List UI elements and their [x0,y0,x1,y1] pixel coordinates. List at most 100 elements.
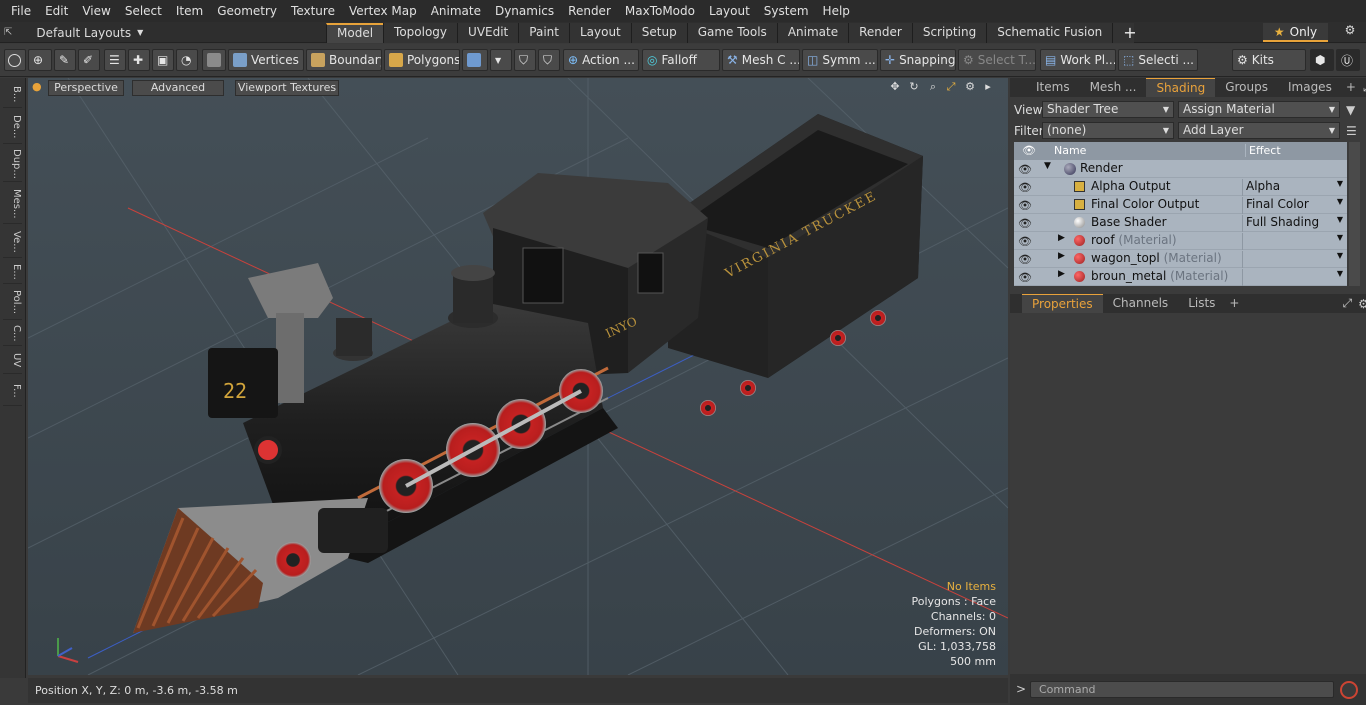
tab-model[interactable]: Model [326,23,384,43]
menu-maxtomodo[interactable]: MaxToModo [618,0,702,22]
symmetry-button[interactable]: ◫ Symm ... [802,49,878,71]
tree-row-base-shader[interactable]: 👁 Base Shader Full Shading ▼ [1014,214,1347,232]
tree-row-wagon-topl[interactable]: 👁 ▶ wagon_topl (Material) ▼ [1014,250,1347,268]
falloff-button[interactable]: ◎ Falloff [642,49,720,71]
list-options-icon[interactable]: ☰ [1346,124,1357,138]
menu-system[interactable]: System [757,0,816,22]
effect-select[interactable]: Full Shading ▼ [1242,215,1347,232]
tree-scrollbar[interactable] [1349,142,1360,286]
pen-button[interactable]: ✎ [54,49,76,71]
align-button[interactable]: ☰ [104,49,126,71]
expand-triangle-icon[interactable]: ▼ [1044,161,1051,171]
zoom-view-icon[interactable]: ⌕ [926,80,940,96]
menu-layout[interactable]: Layout [702,0,757,22]
viewport-textures-button[interactable]: Viewport Textures [235,80,339,96]
expand-triangle-icon[interactable]: ▶ [1058,269,1065,279]
tab-game-tools[interactable]: Game Tools [686,23,777,43]
left-tab-duplicate[interactable]: Dup... [3,146,22,182]
globe-button[interactable]: ⊕ [28,49,52,71]
command-input[interactable]: Command [1030,681,1334,698]
tab-paint[interactable]: Paint [518,23,569,43]
tab-items[interactable]: Items [1010,78,1080,97]
viewport-menu-dot[interactable]: ● [32,80,42,96]
left-tab-basic[interactable]: B... [3,82,22,108]
brush-button[interactable]: ✐ [78,49,100,71]
tab-scripting[interactable]: Scripting [911,23,987,43]
effect-select[interactable]: ▼ [1242,233,1347,250]
tree-row-render[interactable]: 👁 ▼ Render [1014,160,1347,178]
kits-button[interactable]: ⚙ Kits [1232,49,1306,71]
tab-properties[interactable]: Properties [1022,294,1103,313]
effect-select[interactable]: ▼ [1242,251,1347,268]
boundary-button[interactable]: Boundary [306,49,382,71]
select-circle-button[interactable] [4,49,26,71]
menu-texture[interactable]: Texture [284,0,342,22]
expand-triangle-icon[interactable]: ▶ [1058,251,1065,261]
material-dropdown[interactable]: ▼ [490,49,512,71]
selection-sets-button[interactable]: ⬚ Selecti ... [1118,49,1198,71]
menu-vertex-map[interactable]: Vertex Map [342,0,424,22]
tab-topology[interactable]: Topology [383,23,458,43]
column-name[interactable]: Name [1054,144,1086,157]
shield-button[interactable]: ⛉ [514,49,536,71]
action-center-button[interactable]: ⊕ Action ... [563,49,639,71]
left-tab-curve[interactable]: C... [3,322,22,346]
expand-icon[interactable]: ⤢ [1360,80,1366,95]
center-button[interactable]: ✚ [128,49,150,71]
add-tab-button[interactable]: + [1112,23,1137,43]
tree-row-roof[interactable]: 👁 ▶ roof (Material) ▼ [1014,232,1347,250]
menu-edit[interactable]: Edit [38,0,75,22]
tab-images[interactable]: Images [1278,78,1342,97]
tab-layout[interactable]: Layout [568,23,631,43]
tab-render[interactable]: Render [848,23,912,43]
3d-viewport[interactable]: VIRGINIA TRUCKEE INYO 22 ● Perspective A… [28,78,1008,675]
effect-select[interactable]: Alpha ▼ [1242,179,1347,196]
work-plane-button[interactable]: ▤ Work Pl... [1040,49,1116,71]
gear-icon[interactable]: ⚙ [1340,23,1360,42]
tree-row-final-color-output[interactable]: 👁 Final Color Output Final Color ▼ [1014,196,1347,214]
add-layer-button[interactable]: Add Layer [1178,122,1340,139]
menu-view[interactable]: View [75,0,117,22]
left-tab-vertex[interactable]: Ve... [3,226,22,258]
filter-select[interactable]: (none) [1042,122,1174,139]
tab-shading[interactable]: Shading [1146,78,1216,97]
tab-uvedit[interactable]: UVEdit [457,23,519,43]
record-macro-icon[interactable] [1340,681,1358,699]
maximize-view-icon[interactable]: ⤢ [944,80,958,96]
tab-lists[interactable]: Lists [1178,294,1225,313]
only-toggle[interactable]: ★ Only [1263,23,1328,42]
layout-selector[interactable]: ⇱ Default Layouts ▼ [4,22,143,43]
visibility-eye-icon[interactable]: 👁 [1018,199,1032,212]
filter-funnel-icon[interactable]: ▼ [1346,103,1355,117]
menu-item[interactable]: Item [169,0,210,22]
mesh-constraint-button[interactable]: ⚒ Mesh C ... [722,49,800,71]
square-select-button[interactable]: ▣ [152,49,174,71]
left-tab-edge[interactable]: E... [3,260,22,284]
tab-groups[interactable]: Groups [1215,78,1278,97]
vertices-button[interactable]: Vertices [228,49,304,71]
assign-material-button[interactable]: Assign Material [1178,101,1340,118]
snapping-button[interactable]: ✛ Snapping [880,49,956,71]
polygons-button[interactable]: Polygons [384,49,460,71]
left-tab-deform[interactable]: De... [3,110,22,144]
visibility-eye-icon[interactable]: 👁 [1018,217,1032,230]
menu-dynamics[interactable]: Dynamics [488,0,561,22]
effect-select[interactable]: Final Color ▼ [1242,197,1347,214]
visibility-eye-icon[interactable]: 👁 [1018,271,1032,284]
tab-channels[interactable]: Channels [1103,294,1179,313]
menu-file[interactable]: File [4,0,38,22]
tab-mesh[interactable]: Mesh ... [1080,78,1147,97]
add-properties-tab-button[interactable]: + [1225,294,1243,313]
move-view-icon[interactable]: ✥ [888,80,902,96]
viewport-expand-icon[interactable]: ▸ [981,80,995,96]
properties-gear-icon[interactable]: ⚙ [1355,297,1366,311]
left-tab-mesh-edit[interactable]: Mes... [3,184,22,224]
left-tab-polygon[interactable]: Pol... [3,286,22,320]
effect-select[interactable]: ▼ [1242,269,1347,286]
menu-select[interactable]: Select [118,0,169,22]
menu-animate[interactable]: Animate [424,0,488,22]
view-select[interactable]: Shader Tree [1042,101,1174,118]
viewport-gear-icon[interactable]: ⚙ [963,80,977,96]
select-through-button[interactable]: ⚙ Select T... [958,49,1036,71]
visibility-eye-icon[interactable]: 👁 [1018,253,1032,266]
